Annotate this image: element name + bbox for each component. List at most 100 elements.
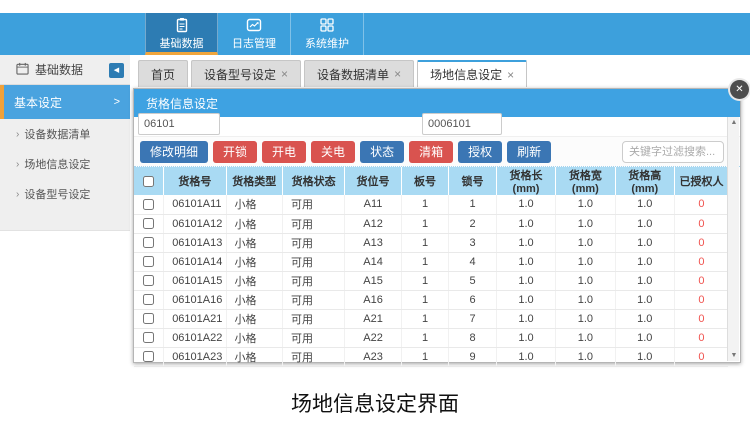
row-checkbox-cell xyxy=(134,214,164,233)
table-cell: 06101A16 xyxy=(164,290,226,309)
tab-home[interactable]: 首页 xyxy=(138,60,188,87)
toolbar-button-2[interactable]: 开电 xyxy=(262,141,306,163)
table-cell: 1.0 xyxy=(556,328,615,347)
table-cell: 可用 xyxy=(282,328,344,347)
row-checkbox[interactable] xyxy=(143,294,154,305)
table-row[interactable]: 06101A13小格可用A13131.01.01.00 xyxy=(134,233,728,252)
table-cell: 0 xyxy=(674,195,728,214)
table-cell: 可用 xyxy=(282,271,344,290)
toolbar-button-0[interactable]: 修改明细 xyxy=(140,141,208,163)
table-cell: 1.0 xyxy=(615,233,674,252)
nav-tab-label: 日志管理 xyxy=(232,35,276,51)
device-code-input[interactable] xyxy=(138,113,220,135)
close-icon[interactable]: × xyxy=(507,68,514,82)
sidebar-item-device-data-list[interactable]: › 设备数据清单 xyxy=(0,119,130,149)
tab-label: 场地信息设定 xyxy=(430,66,502,83)
select-all-checkbox[interactable] xyxy=(143,176,154,187)
row-checkbox[interactable] xyxy=(143,275,154,286)
table-cell: 06101A23 xyxy=(164,347,226,366)
tab-site-info-setting[interactable]: 场地信息设定 × xyxy=(417,60,527,87)
row-checkbox[interactable] xyxy=(143,313,154,324)
table-cell: 小格 xyxy=(226,347,282,366)
nav-tab-basic-data[interactable]: 基础数据 xyxy=(145,13,218,55)
tab-label: 设备数据清单 xyxy=(317,66,389,83)
column-header: 锁号 xyxy=(449,167,497,195)
table-row[interactable]: 06101A23小格可用A23191.01.01.00 xyxy=(134,347,728,366)
tab-device-model-setting[interactable]: 设备型号设定 × xyxy=(191,60,301,87)
tab-device-data-list[interactable]: 设备数据清单 × xyxy=(304,60,414,87)
toolbar-button-4[interactable]: 状态 xyxy=(360,141,404,163)
row-checkbox[interactable] xyxy=(143,237,154,248)
grid-icon xyxy=(319,17,335,33)
column-header: 货格号 xyxy=(164,167,226,195)
table-cell: 1.0 xyxy=(556,214,615,233)
row-checkbox[interactable] xyxy=(143,332,154,343)
table-cell: 1 xyxy=(401,309,449,328)
table-cell: 1.0 xyxy=(496,290,555,309)
sidebar-item-device-model-setting[interactable]: › 设备型号设定 xyxy=(0,179,130,209)
table-cell: 0 xyxy=(674,214,728,233)
table-cell: 06101A22 xyxy=(164,328,226,347)
table-row[interactable]: 06101A14小格可用A14141.01.01.00 xyxy=(134,252,728,271)
table-cell: 1 xyxy=(401,195,449,214)
cargo-slot-info-panel: ✕ 货格信息设定 修改明细开锁开电关电状态清箱授权刷新 货格号货格类型货格状态货… xyxy=(133,88,741,363)
table-row[interactable]: 06101A12小格可用A12121.01.01.00 xyxy=(134,214,728,233)
chevron-right-icon: > xyxy=(114,96,120,108)
close-icon[interactable]: × xyxy=(394,67,401,81)
table-row[interactable]: 06101A21小格可用A21171.01.01.00 xyxy=(134,309,728,328)
row-checkbox[interactable] xyxy=(143,351,154,362)
screenshot-caption: 场地信息设定界面 xyxy=(0,388,750,418)
nav-tab-system-maintenance[interactable]: 系统维护 xyxy=(291,13,364,55)
table-cell: 1.0 xyxy=(496,309,555,328)
sidebar-section-basic-settings[interactable]: 基本设定 > xyxy=(0,85,130,119)
table-cell: A16 xyxy=(345,290,401,309)
table-cell: 06101A14 xyxy=(164,252,226,271)
table-cell: 可用 xyxy=(282,347,344,366)
table-row[interactable]: 06101A15小格可用A15151.01.01.00 xyxy=(134,271,728,290)
panel-inputs-row xyxy=(134,117,740,137)
row-checkbox[interactable] xyxy=(143,199,154,210)
scroll-down-icon[interactable]: ▼ xyxy=(728,352,740,359)
close-icon[interactable]: × xyxy=(281,67,288,81)
keyword-filter-search-input[interactable] xyxy=(622,141,724,163)
select-all-header xyxy=(134,167,164,195)
column-header: 已授权人 xyxy=(674,167,728,195)
toolbar-button-7[interactable]: 刷新 xyxy=(507,141,551,163)
toolbar-button-6[interactable]: 授权 xyxy=(458,141,502,163)
table-cell: 可用 xyxy=(282,195,344,214)
table-row[interactable]: 06101A16小格可用A16161.01.01.00 xyxy=(134,290,728,309)
panel-scrollbar[interactable]: ▲ ▼ xyxy=(727,117,739,361)
nav-tab-log-management[interactable]: 日志管理 xyxy=(218,13,291,55)
nav-tabs: 基础数据 日志管理 系统维护 xyxy=(145,13,364,55)
toolbar-button-5[interactable]: 清箱 xyxy=(409,141,453,163)
toolbar-button-3[interactable]: 关电 xyxy=(311,141,355,163)
table-cell: 8 xyxy=(449,328,497,347)
sidebar-section-label: 基本设定 xyxy=(14,94,62,111)
table-cell: 1 xyxy=(449,195,497,214)
row-checkbox-cell xyxy=(134,271,164,290)
table-cell: A11 xyxy=(345,195,401,214)
toolbar-buttons: 修改明细开锁开电关电状态清箱授权刷新 xyxy=(140,141,551,163)
column-header: 货格状态 xyxy=(282,167,344,195)
site-code-input[interactable] xyxy=(422,113,502,135)
table-cell: A12 xyxy=(345,214,401,233)
table-cell: 4 xyxy=(449,252,497,271)
close-icon[interactable]: ✕ xyxy=(730,80,749,99)
table-cell: 1.0 xyxy=(615,328,674,347)
table-cell: 1 xyxy=(401,214,449,233)
table-cell: 9 xyxy=(449,347,497,366)
table-cell: 0 xyxy=(674,252,728,271)
table-cell: 7 xyxy=(449,309,497,328)
sidebar-collapse-button[interactable]: ◀ xyxy=(109,63,124,78)
row-checkbox[interactable] xyxy=(143,256,154,267)
scroll-up-icon[interactable]: ▲ xyxy=(728,119,740,126)
table-row[interactable]: 06101A11小格可用A11111.01.01.00 xyxy=(134,195,728,214)
toolbar-button-1[interactable]: 开锁 xyxy=(213,141,257,163)
table-cell: 5 xyxy=(449,271,497,290)
table-cell: 小格 xyxy=(226,309,282,328)
table-cell: 1.0 xyxy=(615,195,674,214)
sidebar-item-site-info-setting[interactable]: › 场地信息设定 xyxy=(0,149,130,179)
sidebar-title: 基础数据 xyxy=(35,61,83,78)
table-row[interactable]: 06101A22小格可用A22181.01.01.00 xyxy=(134,328,728,347)
row-checkbox[interactable] xyxy=(143,218,154,229)
